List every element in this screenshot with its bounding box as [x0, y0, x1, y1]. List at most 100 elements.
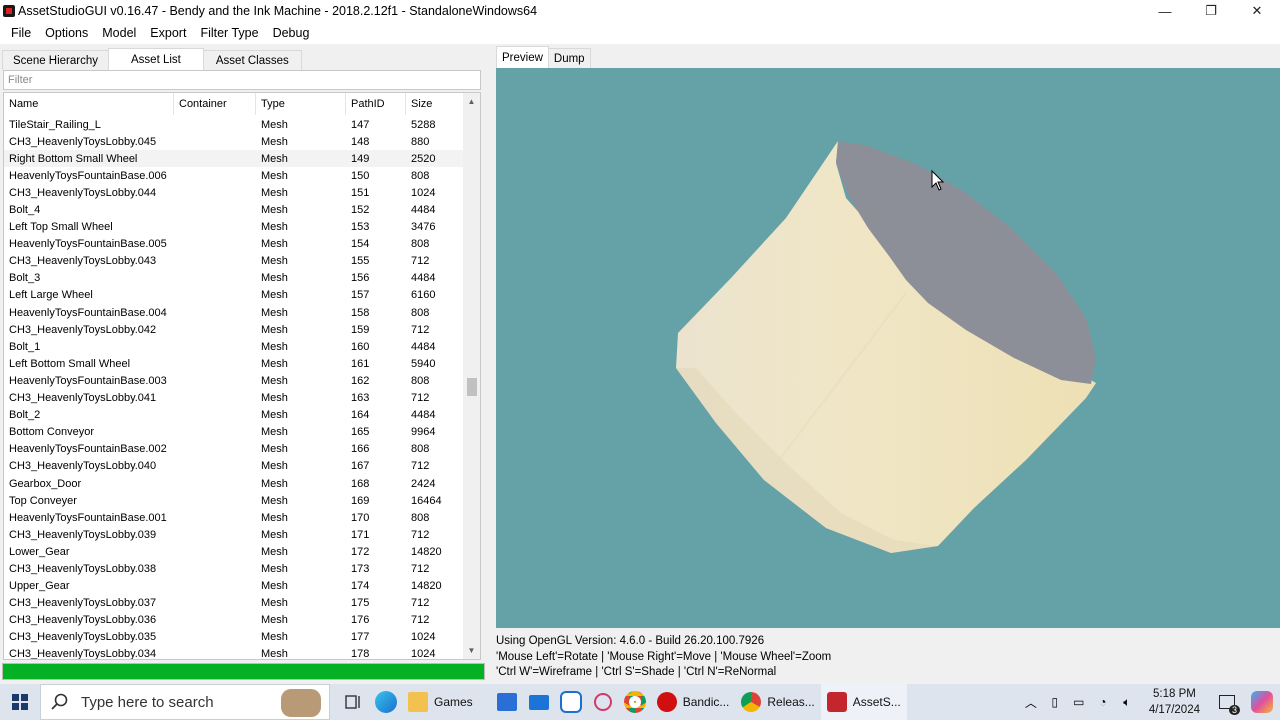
keyboard-controls-text: 'Ctrl W'=Wireframe | 'Ctrl S'=Shade | 'C… — [496, 666, 777, 678]
table-row[interactable]: HeavenlyToysFountainBase.005 Mesh 154 808 — [4, 236, 464, 253]
edge-browser-icon[interactable] — [370, 684, 402, 720]
tab-preview[interactable]: Preview — [496, 46, 549, 68]
table-row[interactable]: TileStair_Railing_L Mesh 147 5288 — [4, 116, 464, 133]
table-row[interactable]: CH3_HeavenlyToysLobby.045 Mesh 148 880 — [4, 133, 464, 150]
network-icon[interactable]: ◔ — [1091, 684, 1115, 720]
cell-pathid: 158 — [351, 306, 370, 319]
scrollbar-thumb[interactable] — [467, 378, 477, 396]
task-view-icon[interactable] — [338, 684, 370, 720]
vertical-scrollbar[interactable]: ▲ ▼ — [463, 93, 480, 659]
table-row[interactable]: Left Bottom Small Wheel Mesh 161 5940 — [4, 355, 464, 372]
copilot-icon[interactable] — [1244, 684, 1280, 720]
menu-file[interactable]: File — [4, 26, 38, 40]
taskbar-clock[interactable]: 5:18 PM 4/17/2024 — [1139, 686, 1210, 718]
table-row[interactable]: CH3_HeavenlyToysLobby.034 Mesh 178 1024 — [4, 646, 464, 659]
cell-size: 3476 — [411, 221, 436, 234]
table-row[interactable]: HeavenlyToysFountainBase.003 Mesh 162 808 — [4, 372, 464, 389]
filter-input[interactable]: Filter — [3, 70, 481, 90]
cell-size: 4484 — [411, 409, 436, 422]
table-row[interactable]: CH3_HeavenlyToysLobby.043 Mesh 155 712 — [4, 253, 464, 270]
minimize-button[interactable]: — — [1142, 0, 1188, 22]
maximize-button[interactable]: ❐ — [1188, 0, 1234, 22]
table-row[interactable]: Lower_Gear Mesh 172 14820 — [4, 543, 464, 560]
cell-size: 712 — [411, 528, 430, 541]
close-button[interactable]: ✕ — [1234, 0, 1280, 22]
column-header-pathid[interactable]: PathID — [346, 93, 406, 115]
table-row[interactable]: Right Bottom Small Wheel Mesh 149 2520 — [4, 150, 464, 168]
table-row[interactable]: CH3_HeavenlyToysLobby.036 Mesh 176 712 — [4, 612, 464, 629]
cell-name: CH3_HeavenlyToysLobby.040 — [9, 460, 157, 473]
column-header-size[interactable]: Size — [406, 93, 464, 115]
table-row[interactable]: HeavenlyToysFountainBase.006 Mesh 150 808 — [4, 167, 464, 184]
table-row[interactable]: Upper_Gear Mesh 174 14820 — [4, 578, 464, 595]
table-row[interactable]: CH3_HeavenlyToysLobby.042 Mesh 159 712 — [4, 321, 464, 338]
scroll-down-icon[interactable]: ▼ — [463, 642, 480, 659]
table-row[interactable]: Top Conveyer Mesh 169 16464 — [4, 492, 464, 509]
menu-model[interactable]: Model — [95, 26, 143, 40]
chrome-icon[interactable] — [619, 684, 651, 720]
cell-pathid: 172 — [351, 545, 370, 558]
cell-name: Bolt_4 — [9, 204, 41, 217]
menu-options[interactable]: Options — [38, 26, 95, 40]
cell-size: 712 — [411, 323, 430, 336]
cell-pathid: 165 — [351, 426, 370, 439]
notification-icon[interactable]: 3 — [1210, 684, 1244, 720]
tab-asset-list[interactable]: Asset List — [108, 48, 204, 70]
table-row[interactable]: CH3_HeavenlyToysLobby.037 Mesh 175 712 — [4, 595, 464, 612]
progress-fill — [3, 664, 484, 679]
table-row[interactable]: CH3_HeavenlyToysLobby.039 Mesh 171 712 — [4, 526, 464, 543]
preview-viewport[interactable] — [496, 68, 1280, 628]
scroll-up-icon[interactable]: ▲ — [463, 93, 480, 110]
taskbar-app-releases[interactable]: Releas... — [735, 684, 820, 720]
table-row[interactable]: Bolt_4 Mesh 152 4484 — [4, 201, 464, 218]
table-row[interactable]: Left Top Small Wheel Mesh 153 3476 — [4, 219, 464, 236]
table-row[interactable]: Bottom Conveyor Mesh 165 9964 — [4, 424, 464, 441]
cell-size: 5288 — [411, 118, 436, 131]
table-row[interactable]: CH3_HeavenlyToysLobby.040 Mesh 167 712 — [4, 458, 464, 475]
volume-icon[interactable]: 🔈︎ — [1115, 684, 1139, 720]
tab-dump[interactable]: Dump — [547, 48, 591, 68]
table-row[interactable]: CH3_HeavenlyToysLobby.041 Mesh 163 712 — [4, 390, 464, 407]
cell-pathid: 175 — [351, 597, 370, 610]
cell-size: 6160 — [411, 289, 436, 302]
column-header-name[interactable]: Name — [4, 93, 174, 115]
store-icon[interactable] — [491, 684, 523, 720]
table-row[interactable]: HeavenlyToysFountainBase.002 Mesh 166 808 — [4, 441, 464, 458]
battery-icon[interactable]: ▭ — [1067, 684, 1091, 720]
device-icon[interactable]: ▯ — [1043, 684, 1067, 720]
table-row[interactable]: HeavenlyToysFountainBase.004 Mesh 158 808 — [4, 304, 464, 321]
left-tab-strip: Scene Hierarchy Asset List Asset Classes — [2, 48, 302, 70]
taskbar-app-assetstudio[interactable]: AssetS... — [820, 684, 907, 720]
tab-scene-hierarchy[interactable]: Scene Hierarchy — [2, 50, 110, 70]
chrome-icon — [741, 692, 762, 712]
taskbar-app-games[interactable]: Games — [402, 684, 479, 720]
cell-size: 2424 — [411, 477, 436, 490]
table-row[interactable]: Left Large Wheel Mesh 157 6160 — [4, 287, 464, 304]
table-row[interactable]: Gearbox_Door Mesh 168 2424 — [4, 475, 464, 492]
cell-size: 808 — [411, 238, 430, 251]
notification-count: 3 — [1228, 705, 1240, 715]
table-row[interactable]: CH3_HeavenlyToysLobby.044 Mesh 151 1024 — [4, 184, 464, 201]
cell-size: 4484 — [411, 340, 436, 353]
table-row[interactable]: Bolt_3 Mesh 156 4484 — [4, 270, 464, 287]
start-button[interactable] — [0, 684, 40, 720]
cell-pathid: 163 — [351, 392, 370, 405]
zalo-icon[interactable] — [555, 684, 587, 720]
menu-debug[interactable]: Debug — [266, 26, 317, 40]
table-row[interactable]: Bolt_2 Mesh 164 4484 — [4, 407, 464, 424]
table-row[interactable]: CH3_HeavenlyToysLobby.035 Mesh 177 1024 — [4, 629, 464, 646]
column-header-type[interactable]: Type — [256, 93, 346, 115]
snipping-tool-icon[interactable] — [587, 684, 619, 720]
mail-icon[interactable] — [523, 684, 555, 720]
table-row[interactable]: CH3_HeavenlyToysLobby.038 Mesh 173 712 — [4, 560, 464, 577]
taskbar-search[interactable]: Type here to search — [40, 684, 330, 720]
table-row[interactable]: Bolt_1 Mesh 160 4484 — [4, 338, 464, 355]
menu-filter-type[interactable]: Filter Type — [193, 26, 265, 40]
tab-asset-classes[interactable]: Asset Classes — [202, 50, 302, 70]
cell-name: HeavenlyToysFountainBase.003 — [9, 374, 167, 387]
chevron-up-icon[interactable]: ︿ — [1019, 684, 1043, 720]
column-header-container[interactable]: Container — [174, 93, 256, 115]
menu-export[interactable]: Export — [143, 26, 193, 40]
taskbar-app-bandicam[interactable]: Bandic... — [651, 684, 736, 720]
table-row[interactable]: HeavenlyToysFountainBase.001 Mesh 170 808 — [4, 509, 464, 526]
